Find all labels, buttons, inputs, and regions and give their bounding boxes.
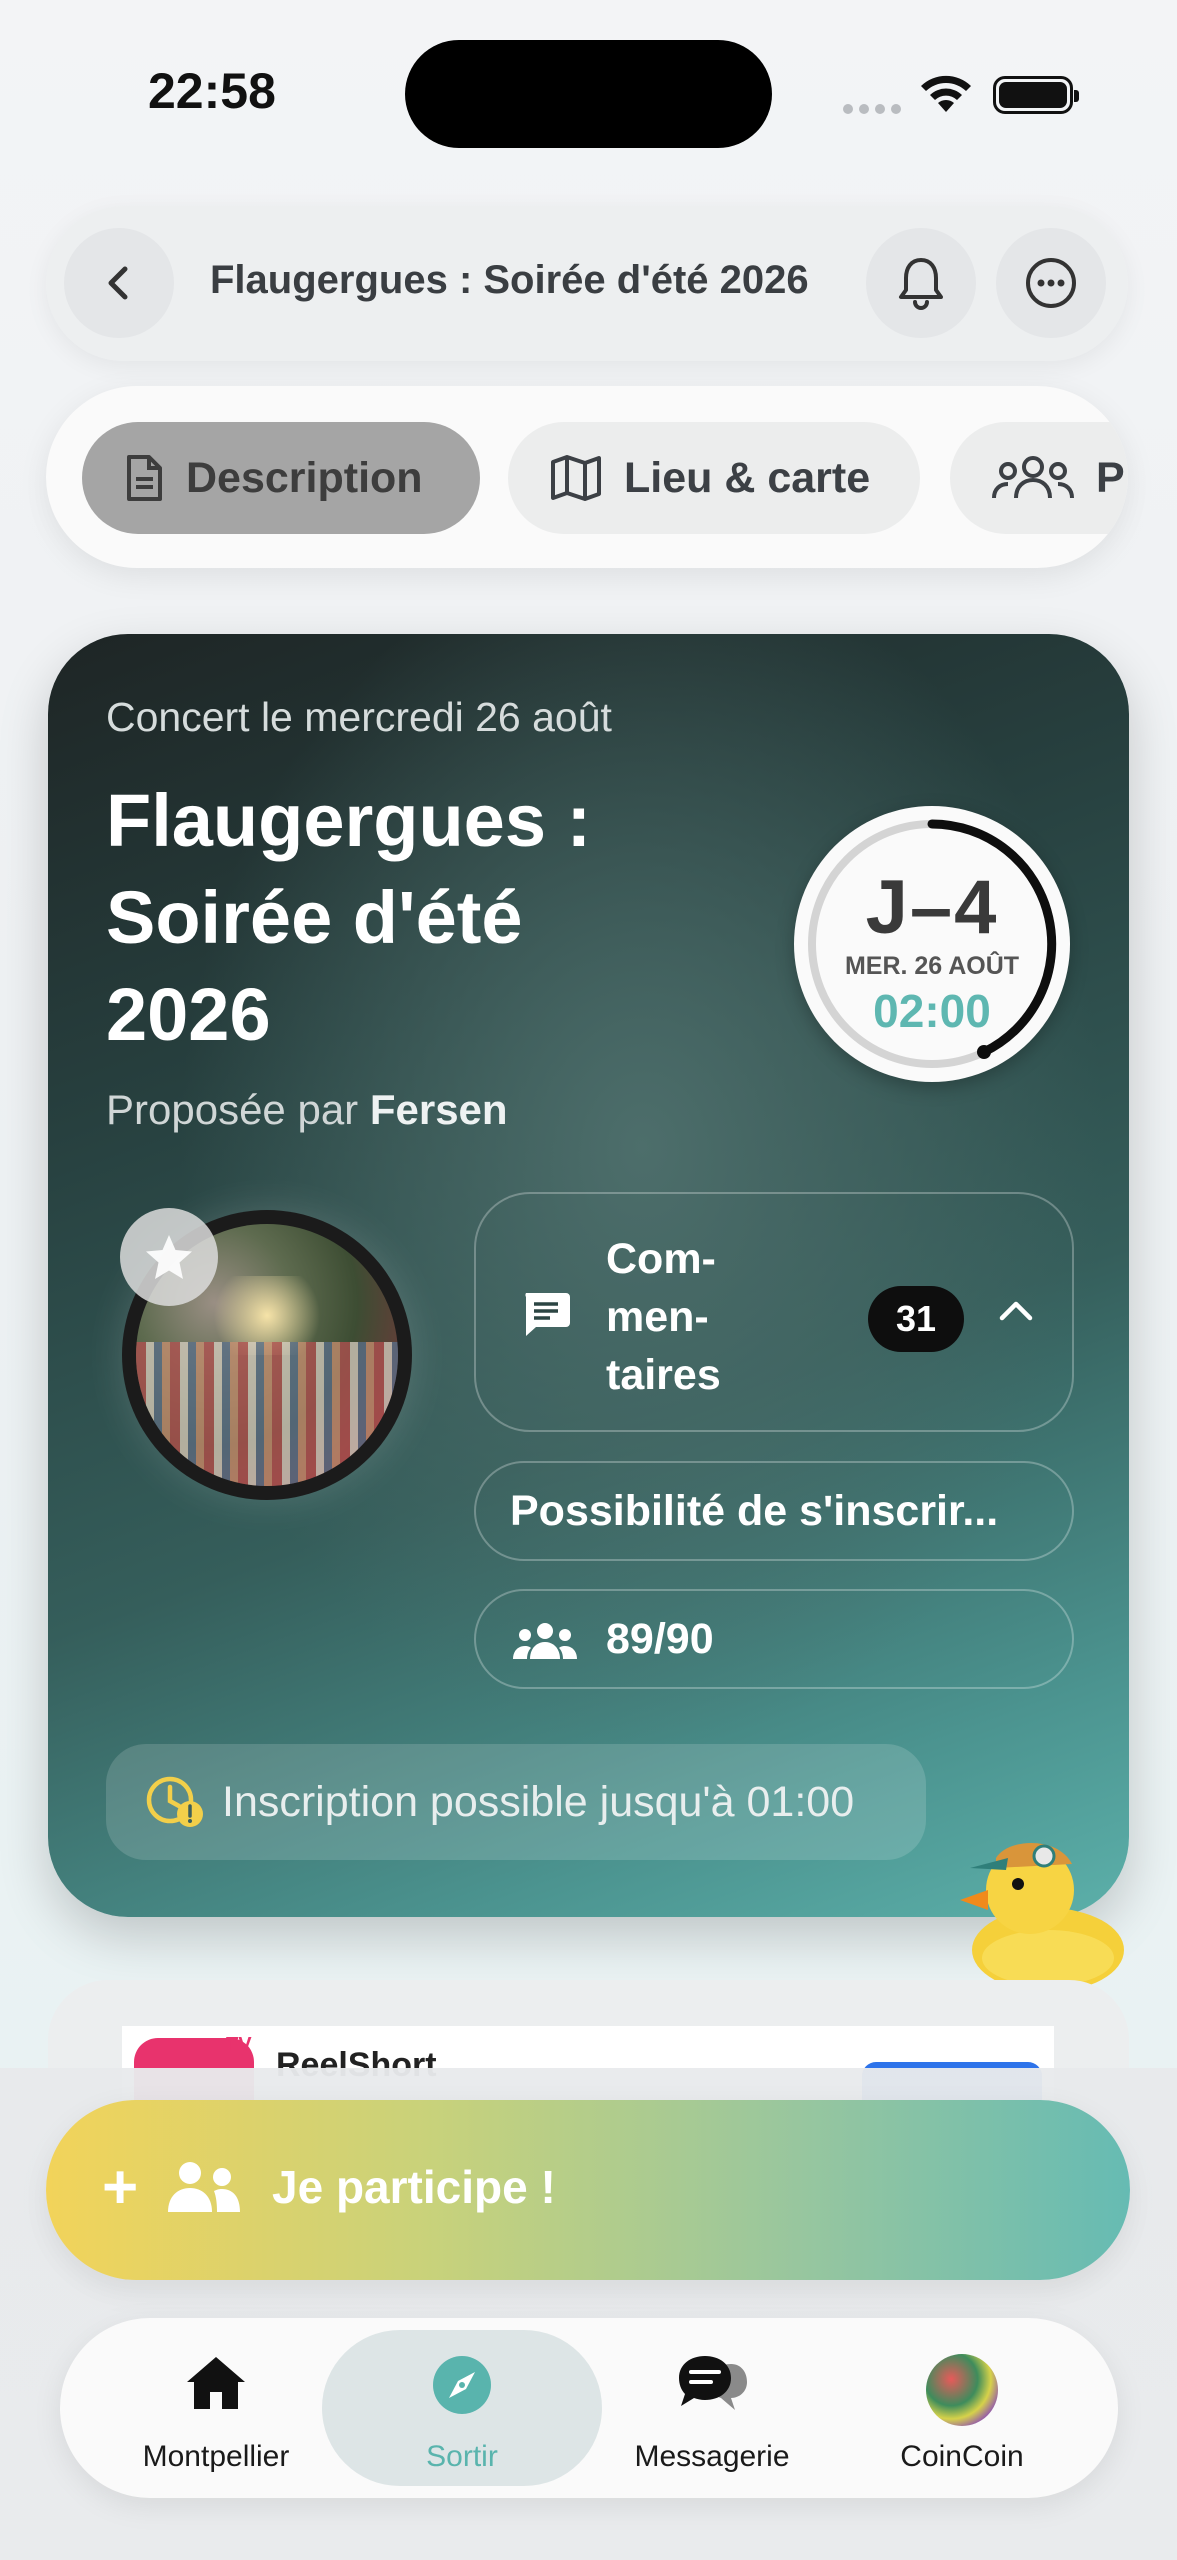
signup-deadline-text: Inscription possible jusqu'à 01:00 [222, 1778, 855, 1826]
document-icon [127, 455, 162, 501]
event-organizer: Proposée par Fersen [106, 1086, 508, 1133]
notifications-button[interactable] [866, 228, 976, 338]
wifi-icon [921, 75, 971, 112]
signup-option-pill[interactable]: Possibilité de s'inscrir... [474, 1461, 1074, 1561]
signup-label: Possibilité de s'inscrir... [510, 1487, 999, 1535]
participants-count: 89/90 [606, 1615, 714, 1663]
nav-item-montpellier[interactable]: Montpellier [76, 2330, 356, 2486]
comments-label: Com-men-taires [606, 1235, 721, 1399]
nav-item-coincoin[interactable]: CoinCoin [822, 2330, 1102, 2486]
nav-item-messagerie[interactable]: Messagerie [572, 2330, 852, 2486]
chevron-up-icon [999, 1301, 1033, 1321]
nav-label: Montpellier [142, 2440, 290, 2473]
chevron-left-icon [108, 266, 128, 300]
ad-logo-badge: TV [226, 2034, 252, 2056]
more-options-button[interactable] [996, 228, 1106, 338]
people-icon [992, 456, 1074, 499]
participants-count-pill[interactable]: 89/90 [474, 1589, 1074, 1689]
tab-participants[interactable]: P [950, 422, 1128, 534]
tab-description[interactable]: Description [82, 422, 480, 534]
tab-label: Lieu & carte [624, 453, 871, 502]
bottom-navigation: Montpellier Sortir Messagerie CoinCoin [60, 2318, 1118, 2498]
nav-label: Messagerie [634, 2440, 790, 2473]
people-icon [168, 2162, 240, 2212]
compass-icon [433, 2356, 491, 2414]
nav-label: CoinCoin [900, 2440, 1024, 2473]
event-title: Flaugergues : Soirée d'été 2026 [106, 779, 592, 1056]
battery-icon [993, 76, 1079, 114]
signup-deadline-banner: Inscription possible jusqu'à 01:00 [106, 1744, 926, 1860]
tab-label: P [1096, 453, 1125, 502]
participate-label: Je participe ! [272, 2161, 556, 2213]
countdown-days: J–4 [865, 865, 999, 950]
event-header-bar: Flaugergues : Soirée d'été 2026 [46, 206, 1128, 361]
map-icon [551, 455, 601, 501]
status-time: 22:58 [148, 63, 276, 119]
comment-icon [525, 1293, 570, 1336]
people-icon [513, 1623, 577, 1659]
favorite-button[interactable] [120, 1208, 218, 1306]
countdown-time: 02:00 [873, 985, 991, 1037]
clock-warning-icon [146, 1776, 203, 1827]
star-icon [146, 1235, 192, 1279]
countdown-badge: J–4 MER. 26 AOÛT 02:00 [794, 806, 1070, 1082]
nav-item-sortir[interactable]: Sortir [322, 2330, 602, 2486]
more-dots-icon [1026, 258, 1076, 308]
dynamic-island [405, 40, 772, 148]
avatar-icon [926, 2354, 998, 2426]
event-card: Concert le mercredi 26 août Flaugergues … [48, 634, 1129, 1917]
section-tabs: Description Lieu & carte P [46, 386, 1128, 568]
countdown-date: MER. 26 AOÛT [844, 952, 1020, 980]
nav-label: Sortir [426, 2440, 498, 2473]
tab-label: Description [186, 453, 423, 502]
back-button[interactable] [64, 228, 174, 338]
tab-location-map[interactable]: Lieu & carte [508, 422, 920, 534]
cellular-signal-icon [843, 104, 901, 114]
chat-icon [679, 2356, 747, 2410]
comments-count-badge: 31 [868, 1286, 964, 1352]
organizer-name[interactable]: Fersen [370, 1086, 508, 1133]
duck-mascot-icon[interactable] [948, 1828, 1128, 1998]
bell-icon [899, 258, 943, 310]
plus-icon: + [102, 2153, 139, 2222]
comments-toggle[interactable]: Com-men-taires 31 [474, 1192, 1074, 1432]
event-subtitle: Concert le mercredi 26 août [106, 694, 612, 740]
header-title: Flaugergues : Soirée d'été 2026 [210, 258, 809, 302]
home-icon [187, 2357, 245, 2409]
participate-button[interactable]: + Je participe ! [46, 2100, 1130, 2280]
